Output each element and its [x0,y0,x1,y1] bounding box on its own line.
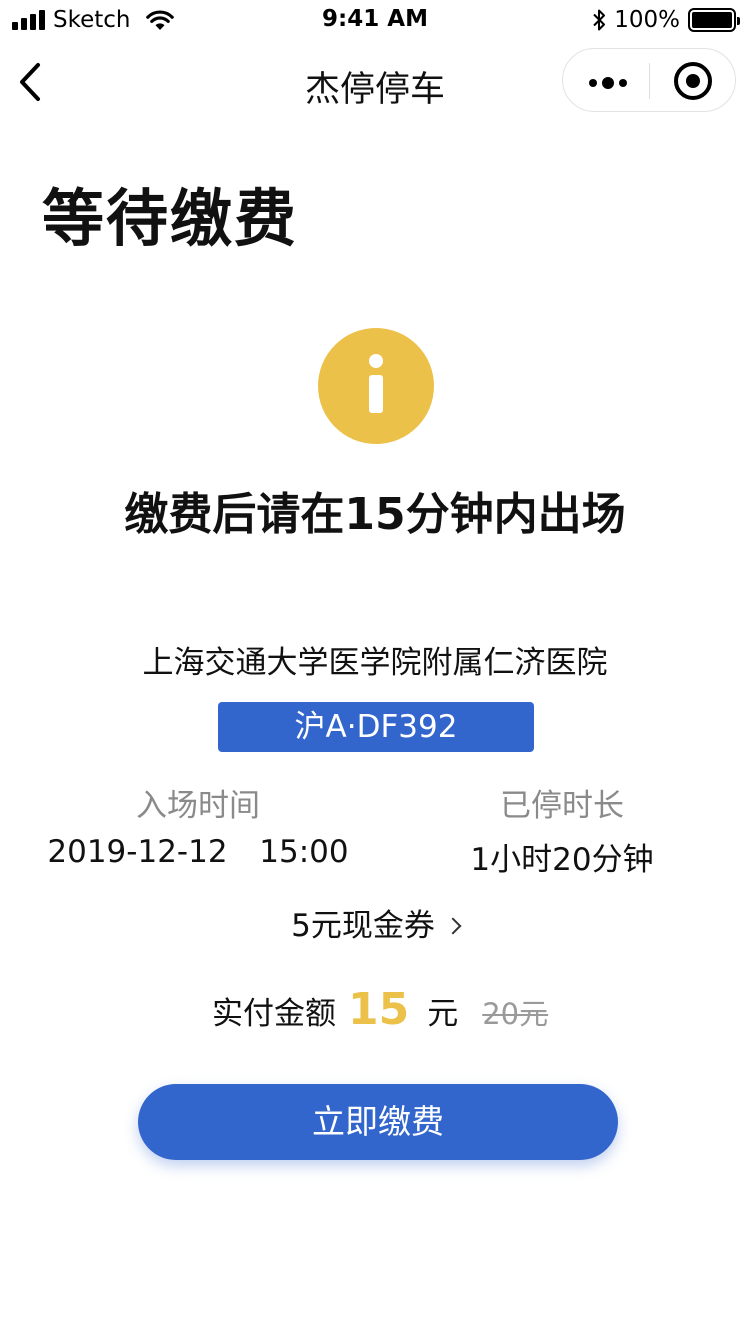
wechat-mini-program-page: Sketch 9:41 AM 100% 杰停停车 等待缴费 缴费后请在15分钟内… [0,0,750,1334]
navigation-bar: 杰停停车 [0,40,750,128]
close-target-icon [674,62,712,100]
chevron-right-icon [444,917,462,935]
coupon-selector[interactable]: 5元现金券 [0,900,750,945]
close-button[interactable] [650,49,736,113]
info-icon [318,328,434,444]
pay-now-button[interactable]: 立即缴费 [138,1084,618,1160]
status-bar: Sketch 9:41 AM 100% [0,0,750,40]
battery-icon [688,8,740,32]
more-button[interactable] [563,49,649,113]
status-bar-right: 100% [592,7,740,33]
entry-time-value: 2019-12-12 15:00 [47,834,349,870]
page-title: 等待缴费 [42,182,299,255]
amount-label: 实付金额 [212,996,336,1032]
payment-amount-row: 实付金额 15 元 20元 [212,984,548,1044]
amount-unit: 元 [427,996,459,1032]
bluetooth-icon [593,9,606,31]
coupon-label: 5元现金券 [291,908,435,944]
parking-lot-name: 上海交通大学医学院附属仁济医院 [142,645,608,681]
amount-value: 15 [348,984,410,1035]
mini-program-capsule [562,48,736,112]
original-price: 20元 [482,997,549,1031]
license-plate-badge: 沪A·DF392 [218,702,534,752]
entry-time-label: 入场时间 [136,788,260,824]
duration-value: 1小时20分钟 [470,842,654,878]
more-dots-icon [589,77,627,89]
duration-label: 已停时长 [500,788,624,824]
battery-percent: 100% [614,7,680,33]
exit-notice: 缴费后请在15分钟内出场 [124,489,626,540]
